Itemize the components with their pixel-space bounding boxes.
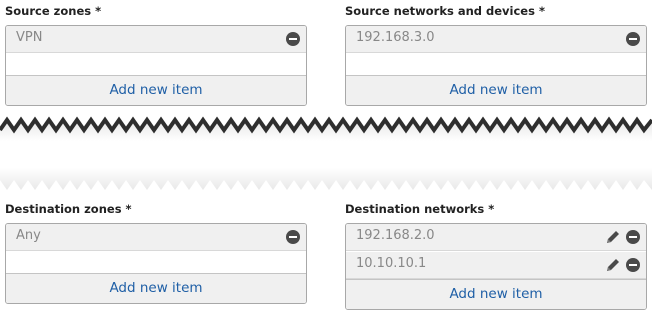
source-network-value: 192.168.3.0 [356, 30, 435, 45]
list-item: 192.168.3.0 [346, 26, 646, 53]
source-networks-list: 192.168.3.0 Add new item [345, 25, 647, 106]
add-new-item-button[interactable]: Add new item [346, 75, 646, 105]
add-new-item-button[interactable]: Add new item [346, 279, 646, 309]
destination-network-value: 10.10.10.1 [356, 256, 427, 271]
torn-edge-top [0, 116, 652, 141]
add-new-item-button[interactable]: Add new item [6, 75, 306, 105]
source-zones-group: Source zones * VPN Add new item [5, 3, 307, 106]
empty-row [6, 53, 306, 75]
torn-edge-bottom [0, 168, 652, 190]
destination-networks-group: Destination networks * 192.168.2.0 10.10… [345, 201, 647, 310]
source-zones-list: VPN Add new item [5, 25, 307, 106]
add-new-item-button[interactable]: Add new item [6, 273, 306, 303]
destination-networks-list: 192.168.2.0 10.10.10.1 Add new item [345, 223, 647, 310]
remove-icon[interactable] [626, 230, 640, 244]
remove-icon[interactable] [286, 32, 300, 46]
destination-zones-group: Destination zones * Any Add new item [5, 201, 307, 304]
remove-icon[interactable] [626, 32, 640, 46]
list-item: VPN [6, 26, 306, 53]
source-zones-label: Source zones * [5, 4, 102, 18]
destination-network-value: 192.168.2.0 [356, 228, 435, 243]
destination-networks-label: Destination networks * [345, 202, 495, 216]
list-item: 10.10.10.1 [346, 251, 646, 279]
destination-zones-list: Any Add new item [5, 223, 307, 304]
pencil-icon[interactable] [605, 229, 621, 245]
source-zone-value: VPN [16, 30, 43, 45]
source-networks-group: Source networks and devices * 192.168.3.… [345, 3, 647, 106]
empty-row [346, 53, 646, 75]
destination-zones-label: Destination zones * [5, 202, 132, 216]
destination-zone-value: Any [16, 228, 41, 243]
empty-row [6, 251, 306, 273]
remove-icon[interactable] [286, 230, 300, 244]
pencil-icon[interactable] [605, 257, 621, 273]
remove-icon[interactable] [626, 258, 640, 272]
list-item: Any [6, 224, 306, 251]
list-item: 192.168.2.0 [346, 224, 646, 251]
source-networks-label: Source networks and devices * [345, 4, 545, 18]
